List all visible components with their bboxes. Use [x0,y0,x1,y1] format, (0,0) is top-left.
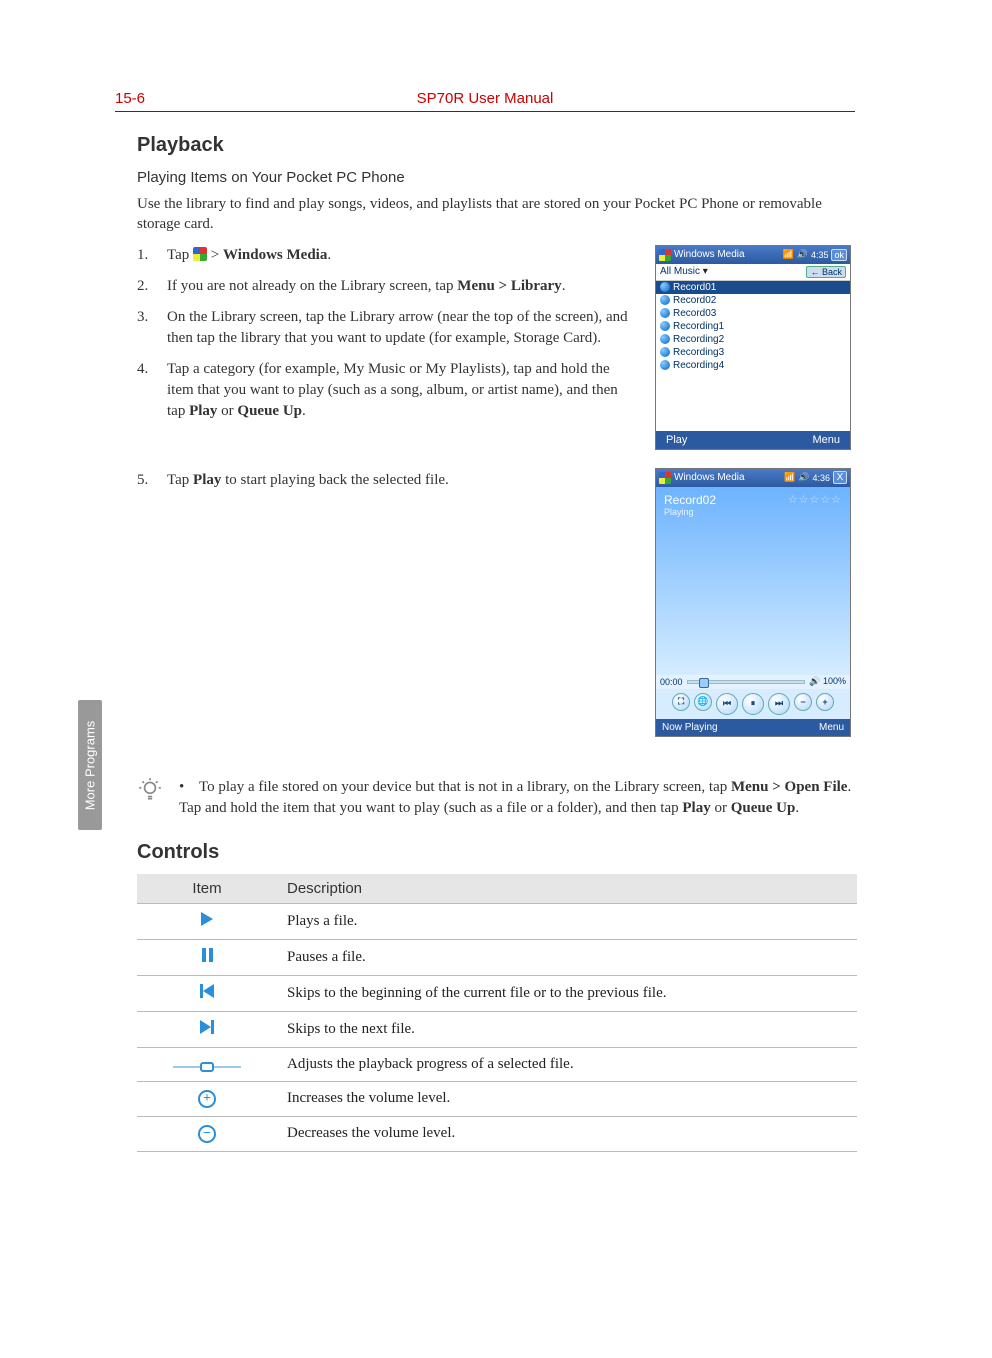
volume-down-icon: − [198,1125,216,1143]
softkey-menu[interactable]: Menu [812,434,840,446]
volume-readout: 🔊 100% [809,676,846,687]
shot2-time: 4:36 [812,473,830,483]
lightbulb-icon [137,777,165,819]
library-list: Record01 Record02 Record03 Recording1 Re… [656,281,850,431]
steps-list: Tap > Windows Media. If you are not alre… [137,245,635,422]
library-dropdown[interactable]: All Music ▾ [660,266,708,277]
tip-block: • To play a file stored on your device b… [137,777,855,819]
speaker-icon: 🔊 [797,249,808,260]
audio-icon [660,308,670,318]
progress-row: 00:00 🔊 100% [656,675,850,689]
table-row: + Increases the volume level. [137,1081,857,1116]
audio-icon [660,295,670,305]
table-row: Pauses a file. [137,939,857,975]
side-tab-label: More Programs [83,720,98,810]
th-item: Item [137,874,277,904]
progress-slider[interactable] [687,680,806,684]
volume-down-button[interactable]: − [794,693,812,711]
screenshot-library: Windows Media 📶🔊4:35ok All Music ▾ ← Bac… [655,245,851,450]
start-icon [193,247,207,261]
list-item[interactable]: Recording1 [656,320,850,333]
list-item[interactable]: Record02 [656,294,850,307]
step-4: Tap a category (for example, My Music or… [137,359,635,422]
step-5: Tap Play to start playing back the selec… [137,470,635,491]
audio-icon [660,334,670,344]
table-row: Adjusts the playback progress of a selec… [137,1047,857,1081]
play-pause-button[interactable]: ⏸ [742,693,764,715]
softkey-play[interactable]: Play [666,434,687,446]
shot1-footer: Play Menu [656,431,850,449]
section-heading-controls: Controls [137,841,855,864]
controls-table: Item Description Plays a file. Pauses a … [137,874,857,1152]
ok-button[interactable]: ok [831,249,847,261]
desc-cell: Pauses a file. [277,939,857,975]
desc-cell: Decreases the volume level. [277,1116,857,1151]
audio-icon [660,282,670,292]
player-controls-row: ⛶ 🌐 ⏮ ⏸ ⏭ − + [656,689,850,719]
close-button[interactable]: X [833,471,847,484]
signal-icon: 📶 [784,472,795,483]
shot2-footer: Now Playing Menu [656,719,850,736]
list-item[interactable]: Record01 [656,281,850,294]
table-row: Plays a file. [137,903,857,939]
desc-cell: Skips to the beginning of the current fi… [277,975,857,1011]
page-content: 15-6 SP70R User Manual . Playback Playin… [115,90,855,1152]
table-row: − Decreases the volume level. [137,1116,857,1151]
volume-up-button[interactable]: + [816,693,834,711]
step-3: On the Library screen, tap the Library a… [137,307,635,349]
intro-paragraph: Use the library to find and play songs, … [137,194,855,235]
audio-icon [660,347,670,357]
shot1-titlebar: Windows Media 📶🔊4:35ok [656,246,850,264]
desc-cell: Plays a file. [277,903,857,939]
fullscreen-button[interactable]: ⛶ [672,693,690,711]
play-icon [201,912,213,926]
progress-slider-icon [173,1062,241,1072]
tip-text: • To play a file stored on your device b… [179,777,855,819]
screenshot-player: Windows Media 📶🔊4:36X ☆☆☆☆☆ Record02 Pla… [655,468,851,737]
th-description: Description [277,874,857,904]
windows-flag-icon [659,249,671,261]
windows-flag-icon [659,472,671,484]
shot1-title: Windows Media [674,249,745,260]
list-item[interactable]: Record03 [656,307,850,320]
website-button[interactable]: 🌐 [694,693,712,711]
list-item[interactable]: Recording3 [656,346,850,359]
side-tab: More Programs [78,700,102,830]
speaker-icon: 🔊 [798,472,809,483]
page-header-row: 15-6 SP70R User Manual . [115,90,855,112]
elapsed-time: 00:00 [660,677,683,687]
player-body: ☆☆☆☆☆ Record02 Playing [656,487,850,675]
shot2-titlebar: Windows Media 📶🔊4:36X [656,469,850,487]
prev-button[interactable]: ⏮ [716,693,738,715]
list-item[interactable]: Recording2 [656,333,850,346]
next-icon [200,1020,214,1034]
next-button[interactable]: ⏭ [768,693,790,715]
audio-icon [660,360,670,370]
page-number: 15-6 [115,90,145,107]
back-button[interactable]: ← Back [806,266,846,278]
list-item[interactable]: Recording4 [656,359,850,372]
softkey-menu[interactable]: Menu [819,722,844,733]
desc-cell: Increases the volume level. [277,1081,857,1116]
section-heading-playback: Playback [137,134,855,157]
manual-title: SP70R User Manual [417,90,554,107]
pause-icon [202,948,213,962]
desc-cell: Skips to the next file. [277,1011,857,1047]
shot1-time: 4:35 [811,250,829,260]
softkey-now-playing[interactable]: Now Playing [662,722,718,733]
table-row: Skips to the next file. [137,1011,857,1047]
volume-up-icon: + [198,1090,216,1108]
now-playing-status: Playing [664,507,842,517]
table-row: Skips to the beginning of the current fi… [137,975,857,1011]
rating-stars[interactable]: ☆☆☆☆☆ [788,493,842,506]
desc-cell: Adjusts the playback progress of a selec… [277,1047,857,1081]
library-header-bar: All Music ▾ ← Back [656,264,850,281]
subheading-playing-items: Playing Items on Your Pocket PC Phone [137,169,855,186]
previous-icon [200,984,214,998]
signal-icon: 📶 [783,249,794,260]
step-1: Tap > Windows Media. [137,245,635,266]
step-2: If you are not already on the Library sc… [137,276,635,297]
audio-icon [660,321,670,331]
shot2-title: Windows Media [674,472,745,483]
